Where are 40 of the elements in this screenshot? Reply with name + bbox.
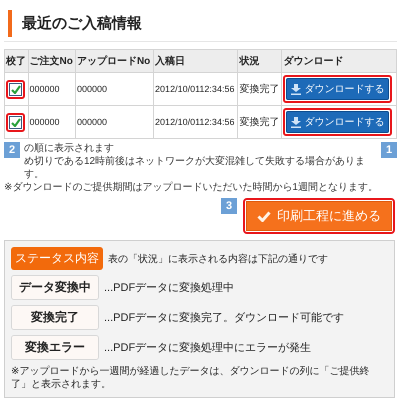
- table-cell: 2012/10/0112:34:56: [154, 106, 238, 138]
- legend-badge: ステータス内容: [11, 247, 103, 270]
- column-header: 校了: [4, 50, 28, 72]
- legend-note: ※アップロードから一週間が経過したデータは、ダウンロードの列に「ご提供終了」と表示されます。: [11, 365, 370, 391]
- check-icon: [10, 118, 20, 126]
- step-marker: 1: [381, 142, 397, 158]
- table-cell: 変換完了: [238, 106, 282, 138]
- table-cell: 000000: [28, 72, 76, 106]
- table-cell: 変換完了: [238, 72, 282, 106]
- table-cell: 2012/10/0112:34:56: [154, 72, 238, 106]
- column-header: ご注文No: [28, 50, 76, 72]
- table-cell: 000000: [75, 72, 154, 106]
- download-button[interactable]: ダウンロードする: [286, 111, 390, 133]
- download-icon: [291, 84, 302, 94]
- column-header: アップロードNo: [75, 50, 154, 72]
- status-label: データ変換中: [11, 275, 99, 300]
- table-cell: 000000: [75, 106, 154, 138]
- table-cell: 000000: [28, 106, 76, 138]
- status-description: ...PDFデータに変換処理中: [104, 280, 234, 295]
- note-text: ※ダウンロードのご提供期間はアップロードいただいた時間から1週間となります。: [4, 181, 379, 194]
- note-text: の順に表示されます: [24, 142, 115, 155]
- status-description: ...PDFデータに変換完了。ダウンロード可能です: [104, 310, 344, 325]
- download-icon: [291, 116, 302, 128]
- section-heading: 最近のご入稿情報: [8, 10, 397, 37]
- status-label: 変換エラー: [11, 335, 99, 360]
- download-button[interactable]: ダウンロードする: [286, 78, 390, 100]
- note-text: め切りである12時前後はネットワークが大変混雑して失敗する場合があります。: [24, 155, 366, 181]
- column-header: ダウンロード: [282, 50, 396, 72]
- legend-intro: 表の「状況」に表示される内容は下記の通りです: [108, 252, 328, 266]
- check-icon: [257, 210, 271, 222]
- column-header: 状況: [238, 50, 282, 72]
- step-marker: 3: [221, 198, 237, 214]
- status-description: ...PDFデータに変換処理中にエラーが発生: [104, 340, 312, 355]
- check-icon: [10, 84, 20, 94]
- status-label: 変換完了: [11, 305, 99, 330]
- proceed-button[interactable]: 印刷工程に進める: [246, 201, 392, 231]
- checkbox[interactable]: [9, 82, 22, 96]
- checkbox[interactable]: [9, 116, 22, 128]
- step-marker: 2: [4, 142, 20, 158]
- column-header: 入稿日: [154, 50, 238, 72]
